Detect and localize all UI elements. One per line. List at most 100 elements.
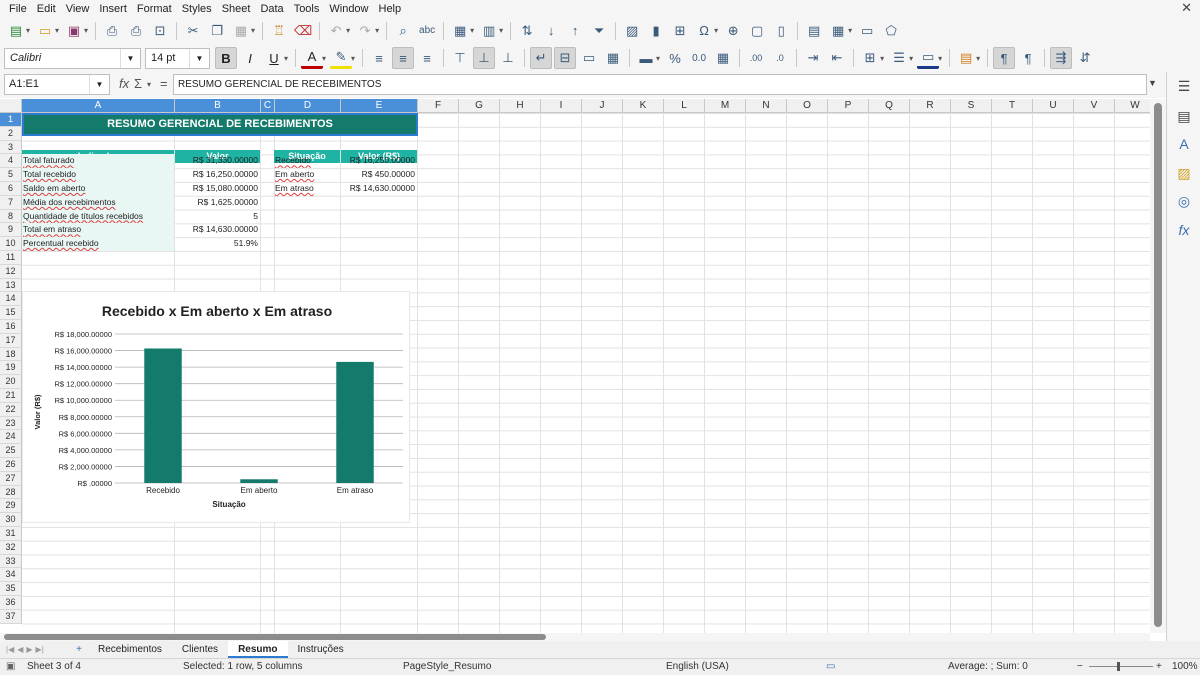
row-header-8[interactable]: 8: [0, 209, 22, 224]
menu-edit[interactable]: Edit: [32, 3, 61, 15]
open-dropdown-icon[interactable]: ▾: [55, 26, 59, 35]
row-header-37[interactable]: 37: [0, 609, 22, 624]
zoom-in-icon[interactable]: +: [1156, 661, 1162, 672]
column-header-n[interactable]: N: [746, 99, 787, 113]
table1-indicator-cell[interactable]: Quantidade de títulos recebidos: [22, 209, 174, 224]
sort-ascending-icon[interactable]: ↓: [540, 20, 562, 42]
font-color-icon[interactable]: A: [301, 47, 324, 69]
insert-chart-icon[interactable]: ▮: [645, 20, 667, 42]
sort-descending-icon[interactable]: ↑: [564, 20, 586, 42]
highlight-color-icon[interactable]: ✎: [330, 47, 353, 69]
vertical-scroll-thumb[interactable]: [1154, 103, 1162, 627]
column-header-g[interactable]: G: [459, 99, 500, 113]
row-header-11[interactable]: 11: [0, 251, 22, 265]
row-header-28[interactable]: 28: [0, 485, 22, 500]
row-header-3[interactable]: 3: [0, 140, 22, 155]
horizontal-scroll-thumb[interactable]: [4, 634, 546, 640]
properties-icon[interactable]: ▤: [1175, 108, 1193, 126]
column-header-l[interactable]: L: [664, 99, 705, 113]
align-center-icon[interactable]: ≡: [392, 47, 415, 69]
menu-data[interactable]: Data: [255, 3, 288, 15]
align-left-icon[interactable]: ≡: [368, 47, 390, 69]
column-header-f[interactable]: F: [418, 99, 459, 113]
row-header-24[interactable]: 24: [0, 430, 22, 445]
left-to-right-icon[interactable]: ¶: [993, 47, 1016, 69]
column-header-v[interactable]: V: [1074, 99, 1115, 113]
merge-cells-icon[interactable]: ▭: [578, 47, 600, 69]
new-document-icon[interactable]: ▤: [5, 20, 27, 42]
row-header-23[interactable]: 23: [0, 416, 22, 431]
table2-value-cell[interactable]: R$ 450.00000: [341, 168, 417, 182]
selection-mode-icon[interactable]: ▭: [826, 661, 835, 672]
column-header-a[interactable]: A: [22, 99, 175, 113]
font-size-dropdown-icon[interactable]: ▼: [189, 48, 209, 68]
paste-dropdown-icon[interactable]: ▾: [251, 26, 255, 35]
add-sheet-icon[interactable]: +: [70, 644, 88, 655]
unmerge-cells-icon[interactable]: ▦: [602, 47, 624, 69]
special-char-dropdown-icon[interactable]: ▾: [714, 26, 718, 35]
row-header-17[interactable]: 17: [0, 333, 22, 348]
name-box-dropdown-icon[interactable]: ▼: [89, 75, 109, 94]
first-sheet-icon[interactable]: |◀: [6, 645, 14, 654]
split-window-icon[interactable]: ▭: [856, 20, 878, 42]
table2-value-cell[interactable]: R$ 14,630.00000: [341, 182, 417, 196]
borders-icon[interactable]: ⊞: [859, 47, 881, 69]
hyperlink-icon[interactable]: ⊕: [722, 20, 744, 42]
function-wizard-icon[interactable]: fx: [119, 76, 129, 91]
functions-icon[interactable]: fx: [1175, 222, 1193, 240]
find-replace-icon[interactable]: ⌕: [392, 20, 414, 42]
print-preview-icon[interactable]: ⊡: [149, 20, 171, 42]
expand-formula-bar-icon[interactable]: ▼: [1148, 78, 1157, 88]
menu-tools[interactable]: Tools: [289, 3, 325, 15]
tab-recebimentos[interactable]: Recebimentos: [88, 641, 172, 658]
row-header-29[interactable]: 29: [0, 499, 22, 514]
font-name-box[interactable]: Calibri ▼: [4, 47, 141, 69]
menu-help[interactable]: Help: [374, 3, 407, 15]
column-header-q[interactable]: Q: [869, 99, 910, 113]
row-header-14[interactable]: 14: [0, 292, 22, 307]
row-header-2[interactable]: 2: [0, 126, 22, 141]
table1-indicator-cell[interactable]: Total em atraso: [22, 223, 174, 238]
delete-decimal-icon[interactable]: .0: [769, 47, 791, 69]
row-header-12[interactable]: 12: [0, 264, 22, 279]
column-icon[interactable]: ▥: [478, 20, 500, 42]
column-header-m[interactable]: M: [705, 99, 746, 113]
table1-value-cell[interactable]: R$ 31,330.00000: [175, 154, 260, 168]
italic-icon[interactable]: I: [239, 47, 261, 69]
zoom-slider-handle[interactable]: [1117, 662, 1120, 671]
define-print-area-icon[interactable]: ▤: [803, 20, 825, 42]
freeze-rows-columns-icon[interactable]: ▦: [827, 20, 849, 42]
undo-dropdown-icon[interactable]: ▾: [346, 26, 350, 35]
menu-insert[interactable]: Insert: [94, 3, 132, 15]
table1-indicator-cell[interactable]: Percentual recebido: [22, 237, 174, 251]
currency-dropdown-icon[interactable]: ▾: [656, 54, 660, 63]
table2-situacao-cell[interactable]: Em atraso: [274, 182, 340, 196]
add-decimal-icon[interactable]: .00: [745, 47, 767, 69]
spelling-icon[interactable]: abc: [416, 20, 438, 42]
text-direction-ttb-icon[interactable]: ⇵: [1074, 47, 1096, 69]
row-header-27[interactable]: 27: [0, 471, 22, 486]
status-language[interactable]: English (USA): [666, 661, 729, 672]
row-header-19[interactable]: 19: [0, 361, 22, 376]
column-header-j[interactable]: J: [582, 99, 623, 113]
row-header-36[interactable]: 36: [0, 596, 22, 610]
increase-indent-icon[interactable]: ⇥: [802, 47, 824, 69]
row-header-18[interactable]: 18: [0, 347, 22, 362]
column-header-r[interactable]: R: [910, 99, 951, 113]
sheet-title[interactable]: RESUMO GERENCIAL DE RECEBIMENTOS: [22, 113, 418, 136]
bold-icon[interactable]: B: [215, 47, 237, 69]
table1-indicator-cell[interactable]: Total faturado: [22, 154, 174, 169]
percent-format-icon[interactable]: %: [664, 47, 686, 69]
formula-equals-icon[interactable]: =: [160, 76, 168, 91]
name-box[interactable]: A1:E1 ▼: [4, 74, 110, 95]
gallery-icon[interactable]: ▨: [1175, 165, 1193, 183]
menu-sheet[interactable]: Sheet: [217, 3, 256, 15]
select-all-corner[interactable]: [0, 99, 22, 113]
row-header-31[interactable]: 31: [0, 527, 22, 541]
table1-value-cell[interactable]: R$ 14,630.00000: [175, 223, 260, 237]
chart-bar-em-atraso[interactable]: [336, 361, 374, 483]
comment-icon[interactable]: ▢: [746, 20, 768, 42]
row-header-7[interactable]: 7: [0, 195, 22, 210]
sum-dropdown-icon[interactable]: ▾: [147, 80, 151, 89]
table1-value-cell[interactable]: R$ 1,625.00000: [175, 196, 260, 210]
